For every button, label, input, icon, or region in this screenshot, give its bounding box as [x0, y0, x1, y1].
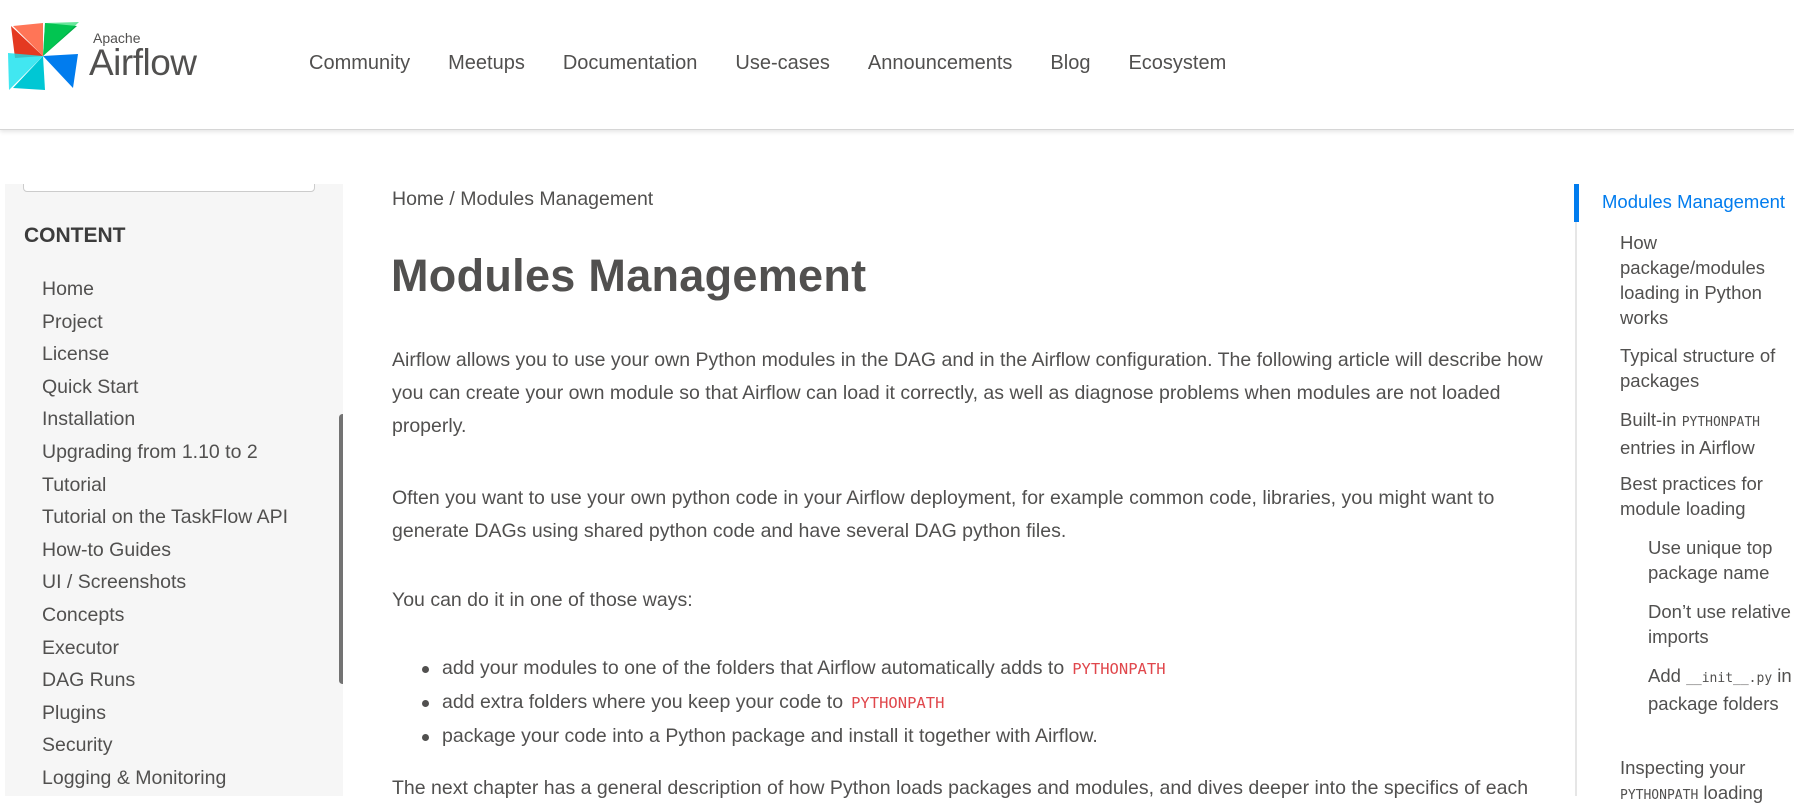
sidebar-item-how-to-guides[interactable]: How-to Guides — [42, 534, 288, 567]
next-chapter-paragraph: The next chapter has a general descripti… — [392, 777, 1529, 799]
nav-announcements[interactable]: Announcements — [868, 52, 1013, 75]
sidebar-item-installation[interactable]: Installation — [42, 403, 288, 436]
ways-paragraph: You can do it in one of those ways: — [392, 589, 693, 611]
toc-rail — [1575, 222, 1577, 796]
toc-item-typical-structure[interactable]: Typical structure of packages — [1620, 343, 1788, 393]
sidebar-heading: CONTENT — [24, 224, 126, 247]
sidebar-item-dag-runs[interactable]: DAG Runs — [42, 664, 288, 697]
nav-ecosystem[interactable]: Ecosystem — [1128, 52, 1226, 75]
sidebar-item-logging-monitoring[interactable]: Logging & Monitoring — [42, 762, 288, 795]
intro-paragraph: Airflow allows you to use your own Pytho… — [392, 349, 1543, 437]
nav-meetups[interactable]: Meetups — [448, 52, 525, 75]
toc-text: loading — [1703, 782, 1764, 803]
list-item: add extra folders where you keep your co… — [392, 686, 1166, 720]
docs-sidebar: CONTENT Home Project License Quick Start… — [5, 184, 343, 796]
sidebar-item-project[interactable]: Project — [42, 306, 288, 339]
toc-item-relative-imports[interactable]: Don’t use relative imports — [1648, 599, 1793, 649]
ways-list: add your modules to one of the folders t… — [392, 652, 1166, 753]
inline-code: PYTHONPATH — [1072, 660, 1166, 678]
page-title: Modules Management — [391, 250, 867, 301]
toc-item-init-py[interactable]: Add __init__.py in package folders — [1648, 663, 1793, 716]
site-header: Apache Airflow Community Meetups Documen… — [0, 0, 1794, 130]
breadcrumb[interactable]: Home / Modules Management — [392, 188, 653, 211]
toc-text: Add — [1648, 665, 1681, 686]
sidebar-item-ui-screenshots[interactable]: UI / Screenshots — [42, 566, 288, 599]
sidebar-item-security[interactable]: Security — [42, 729, 288, 762]
nav-blog[interactable]: Blog — [1050, 52, 1090, 75]
toc-text: Built-in — [1620, 409, 1677, 430]
sidebar-item-taskflow-tutorial[interactable]: Tutorial on the TaskFlow API — [42, 501, 288, 534]
sidebar-item-executor[interactable]: Executor — [42, 632, 288, 665]
sidebar-item-home[interactable]: Home — [42, 273, 288, 306]
nav-documentation[interactable]: Documentation — [563, 52, 698, 75]
toc-item-package-loading[interactable]: How package/modules loading in Python wo… — [1620, 230, 1788, 330]
sidebar-item-plugins[interactable]: Plugins — [42, 697, 288, 730]
list-item: add your modules to one of the folders t… — [392, 652, 1166, 686]
logo-airflow-text: Airflow — [89, 42, 197, 83]
list-item-text: add your modules to one of the folders t… — [442, 657, 1065, 679]
toc-item-modules-management[interactable]: Modules Management — [1602, 191, 1785, 213]
inline-code: PYTHONPATH — [851, 694, 945, 712]
sidebar-item-concepts[interactable]: Concepts — [42, 599, 288, 632]
sidebar-item-tutorial[interactable]: Tutorial — [42, 469, 288, 502]
toc-item-inspecting-pythonpath[interactable]: Inspecting your PYTHONPATH loading — [1620, 755, 1788, 808]
list-item-text: package your code into a Python package … — [442, 725, 1098, 747]
sidebar-scrollbar[interactable] — [339, 414, 343, 684]
toc-item-best-practices[interactable]: Best practices for module loading — [1620, 471, 1788, 521]
list-item-text: add extra folders where you keep your co… — [442, 691, 844, 713]
sidebar-list: Home Project License Quick Start Install… — [42, 273, 288, 795]
toc-item-unique-package-name[interactable]: Use unique top package name — [1648, 535, 1793, 585]
airflow-pinwheel-icon — [8, 22, 79, 90]
nav-use-cases[interactable]: Use-cases — [735, 52, 829, 75]
toc-text: entries in Airflow — [1620, 437, 1755, 458]
airflow-logo[interactable]: Apache Airflow — [5, 18, 205, 94]
toc-text: Inspecting your — [1620, 757, 1746, 778]
sidebar-item-license[interactable]: License — [42, 338, 288, 371]
list-item: package your code into a Python package … — [392, 720, 1166, 753]
sidebar-item-quick-start[interactable]: Quick Start — [42, 371, 288, 404]
toc-code: __init__.py — [1686, 671, 1773, 686]
main-nav: Community Meetups Documentation Use-case… — [309, 52, 1264, 75]
toc-item-built-in-pythonpath[interactable]: Built-in PYTHONPATH entries in Airflow — [1620, 407, 1788, 460]
usage-paragraph: Often you want to use your own python co… — [392, 487, 1495, 542]
sidebar-item-upgrading[interactable]: Upgrading from 1.10 to 2 — [42, 436, 288, 469]
search-input[interactable] — [23, 184, 315, 192]
toc-code: PYTHONPATH — [1681, 415, 1760, 430]
toc-active-indicator — [1574, 184, 1579, 222]
nav-community[interactable]: Community — [309, 52, 410, 75]
